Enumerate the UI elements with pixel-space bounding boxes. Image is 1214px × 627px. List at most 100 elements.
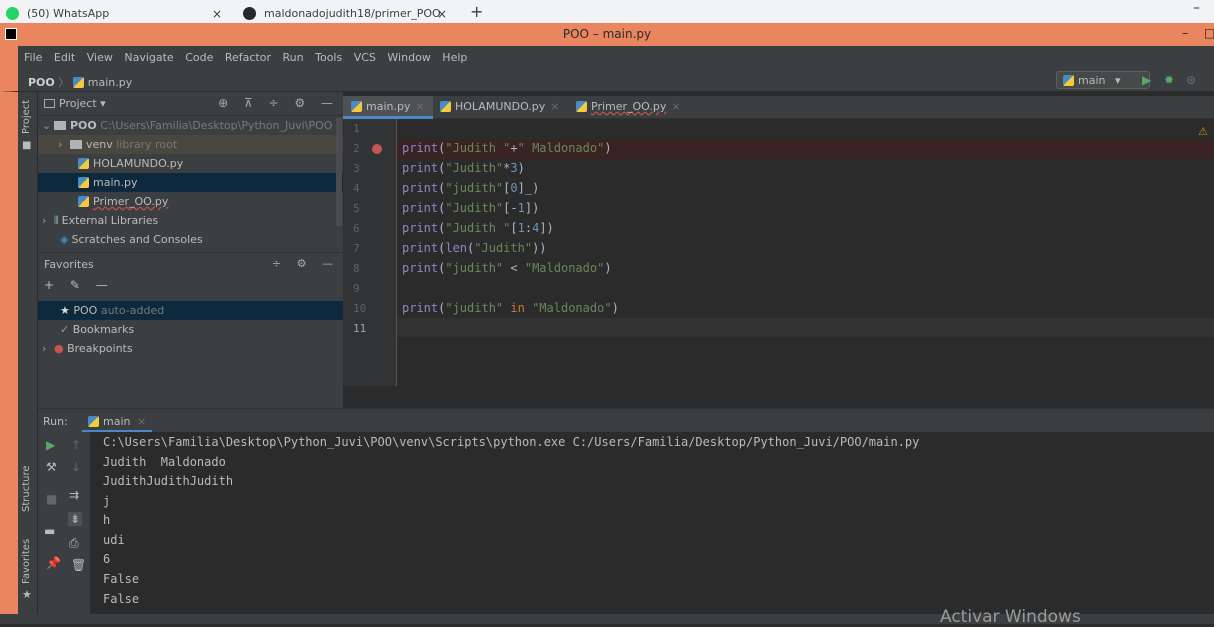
star-icon: ★ (60, 304, 70, 317)
favorites-toolbar[interactable]: + ✎ — (44, 278, 114, 292)
rerun-icon[interactable]: ▶ (46, 438, 55, 452)
menu-code[interactable]: Code (185, 51, 213, 64)
minimize-button[interactable]: – (1182, 26, 1188, 40)
library-icon: ⫴ (54, 214, 59, 227)
favorites-item-poo[interactable]: ★ POO auto-added (38, 301, 343, 320)
tree-item-label: Scratches and Consoles (71, 233, 203, 246)
tree-item-external-libraries[interactable]: › ⫴ External Libraries (38, 211, 343, 230)
scroll-to-end-icon[interactable]: ⇟ (68, 512, 83, 526)
scrollbar[interactable] (336, 118, 342, 226)
close-icon[interactable]: × (137, 415, 146, 428)
structure-tool-button[interactable]: Structure (21, 465, 32, 512)
chevron-right-icon[interactable]: › (42, 211, 54, 230)
menu-edit[interactable]: Edit (54, 51, 75, 64)
trash-icon[interactable]: 🗑 (71, 558, 86, 572)
menu-navigate[interactable]: Navigate (124, 51, 173, 64)
new-tab-button[interactable]: + (470, 2, 483, 21)
run-console-output[interactable]: C:\Users\Familia\Desktop\Python_Juvi\POO… (90, 432, 1214, 624)
project-pane-header: Project ▾ ⊕ ⊼ ÷ ⚙ — (38, 92, 343, 116)
code-editor[interactable]: ⚠ print("Judith "+" Maldonado") print("J… (397, 119, 1214, 408)
favorites-pane-header: Favorites ÷ ⚙ — (38, 252, 343, 274)
menu-run[interactable]: Run (283, 51, 304, 64)
project-tool-button[interactable]: Project (21, 100, 32, 134)
github-icon (243, 7, 256, 20)
menu-tools[interactable]: Tools (315, 51, 342, 64)
warning-icon[interactable]: ⚠ (1198, 125, 1208, 138)
chevron-down-icon[interactable]: ⌄ (42, 116, 54, 135)
run-configuration-select[interactable]: main ▾ (1056, 71, 1150, 89)
tab-label: HOLAMUNDO.py (455, 100, 546, 113)
run-panel-header: Run: main × (38, 408, 1214, 433)
project-pane-title[interactable]: Project ▾ (44, 97, 106, 110)
project-pane-actions[interactable]: ⊕ ⊼ ÷ ⚙ — (218, 96, 339, 110)
line-number: 4 (353, 182, 360, 195)
close-icon[interactable]: × (212, 7, 222, 21)
folder-icon[interactable]: ■ (22, 140, 31, 151)
scratches-icon: ◈ (60, 233, 69, 246)
line-number: 11 (353, 322, 367, 335)
tree-item-venv[interactable]: › venv library root (38, 135, 343, 154)
close-icon[interactable]: × (415, 100, 424, 113)
layout-icon[interactable]: ▬ (44, 524, 55, 538)
soft-wrap-icon[interactable]: ⇉ (69, 488, 79, 502)
star-icon[interactable]: ★ (22, 588, 32, 601)
menu-help[interactable]: Help (442, 51, 467, 64)
print-icon[interactable]: ⎙ (69, 536, 79, 551)
favorites-tool-button[interactable]: Favorites (21, 539, 32, 584)
project-view-icon (44, 99, 55, 108)
close-icon[interactable]: × (550, 100, 559, 113)
close-icon[interactable]: × (437, 7, 447, 21)
coverage-icon[interactable]: ⊛ (1186, 73, 1196, 87)
tree-item-holamundo[interactable]: HOLAMUNDO.py (38, 154, 343, 173)
python-icon (1063, 75, 1074, 86)
browser-minimize-button[interactable]: – (1193, 0, 1200, 16)
close-icon[interactable]: × (671, 100, 680, 113)
tool-window-strip: Project ■ Structure Favorites ★ (18, 92, 38, 624)
breadcrumb-project[interactable]: POO (28, 76, 55, 89)
menu-refactor[interactable]: Refactor (225, 51, 271, 64)
editor-gutter[interactable]: 1 2 3 4 5 6 7 8 9 10 11 (343, 119, 397, 386)
favorites-pane-actions[interactable]: ÷ ⚙ — (272, 257, 339, 270)
breakpoint-icon[interactable] (372, 144, 382, 154)
favorites-item-label: Bookmarks (72, 323, 135, 336)
breadcrumb-file[interactable]: main.py (88, 76, 132, 89)
menu-window[interactable]: Window (387, 51, 430, 64)
tree-item-primer-oo[interactable]: Primer_OO.py (38, 192, 343, 211)
code-line: print("judith"[0]_) (402, 181, 540, 195)
tab-run-main[interactable]: main × (82, 409, 153, 433)
console-line: False (103, 592, 140, 606)
browser-tab-strip: (50) WhatsApp × maldonadojudith18/primer… (0, 0, 1214, 23)
project-pane: Project ▾ ⊕ ⊼ ÷ ⚙ — ⌄ POO C:\Users\Famili… (38, 92, 343, 408)
favorites-item-bookmarks[interactable]: ✓ Bookmarks (38, 320, 343, 339)
run-tab-label: main (103, 415, 131, 428)
chevron-right-icon[interactable]: › (58, 135, 70, 154)
breadcrumb-separator: 〉 (58, 76, 70, 89)
chevron-right-icon[interactable]: › (42, 339, 54, 358)
pin-icon[interactable]: 📌 (46, 556, 61, 570)
tree-item-root[interactable]: ⌄ POO C:\Users\Familia\Desktop\Python_Juv… (38, 116, 343, 135)
stop-icon[interactable]: ■ (46, 492, 57, 506)
tree-item-scratches[interactable]: ◈ Scratches and Consoles (38, 230, 343, 249)
tab-holamundo-py[interactable]: HOLAMUNDO.py × (432, 96, 568, 119)
wrench-icon[interactable]: ⚒ (46, 460, 57, 474)
python-file-icon (351, 101, 362, 112)
tree-item-main[interactable]: main.py (38, 173, 343, 192)
line-number: 8 (353, 262, 360, 275)
browser-tab-whatsapp[interactable]: (50) WhatsApp × (6, 4, 222, 23)
maximize-button[interactable]: □ (1204, 26, 1214, 40)
tab-label: main.py (366, 100, 411, 113)
arrow-down-icon[interactable]: ↓ (71, 460, 81, 474)
run-icon[interactable]: ▶ (1142, 73, 1151, 87)
tree-item-label: POO (70, 119, 97, 132)
menu-vcs[interactable]: VCS (354, 51, 376, 64)
browser-tab-github[interactable]: maldonadojudith18/primer_POO × (243, 4, 447, 23)
line-number: 7 (353, 242, 360, 255)
favorites-item-breakpoints[interactable]: › ● Breakpoints (38, 339, 343, 358)
menu-view[interactable]: View (87, 51, 113, 64)
tree-item-label: main.py (93, 176, 138, 189)
arrow-up-icon[interactable]: ↑ (71, 438, 81, 452)
menu-file[interactable]: File (24, 51, 42, 64)
debug-icon[interactable]: ✹ (1164, 73, 1174, 87)
tab-main-py[interactable]: main.py × (343, 96, 433, 119)
tab-primer-oo-py[interactable]: Primer_OO.py × (568, 96, 689, 119)
